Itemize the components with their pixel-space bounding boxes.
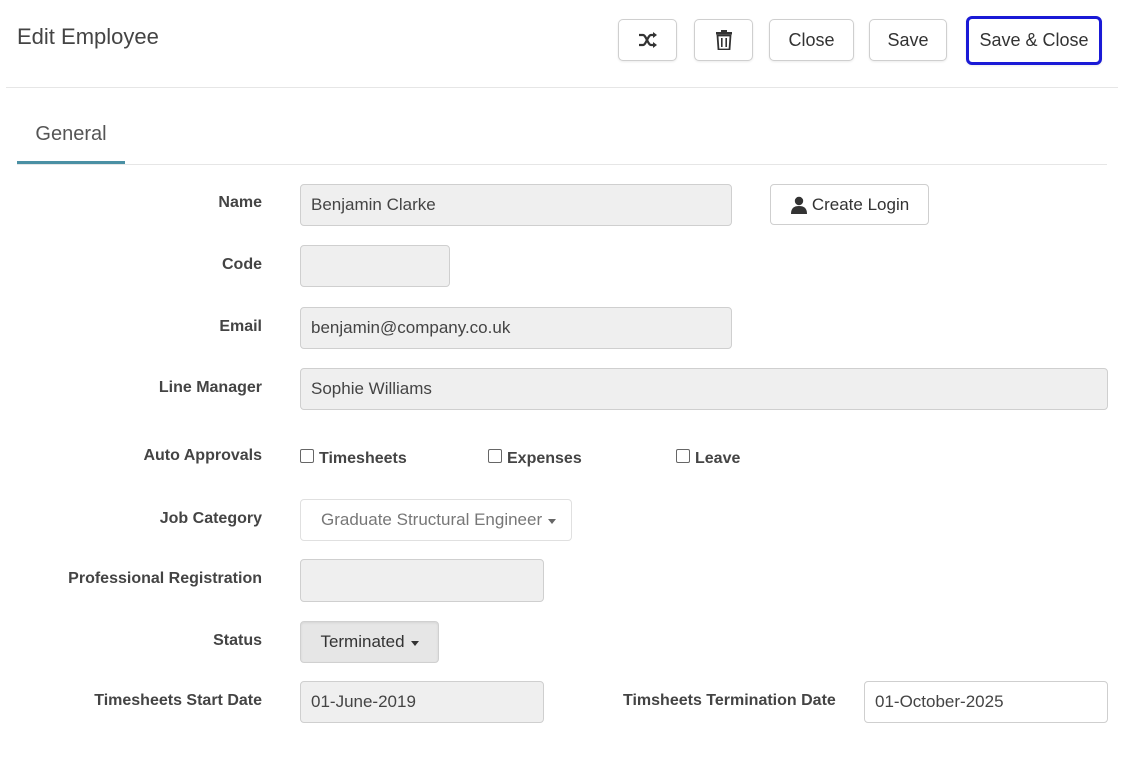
trash-icon [715, 30, 732, 50]
close-button[interactable]: Close [769, 19, 854, 61]
create-login-button[interactable]: Create Login [770, 184, 929, 225]
leave-checkbox-group[interactable]: Leave [676, 449, 741, 468]
delete-button[interactable] [694, 19, 753, 61]
chevron-down-icon [410, 640, 419, 646]
timesheets-start-date-field[interactable]: 01-June-2019 [300, 681, 544, 723]
timesheets-termination-date-field[interactable]: 01-October-2025 [864, 681, 1108, 723]
auto-approvals-label: Auto Approvals [143, 447, 262, 464]
name-field[interactable]: Benjamin Clarke [300, 184, 732, 226]
header-bar: Edit Employee Close Save Save & Close [0, 0, 1138, 88]
timesheets-checkbox[interactable] [300, 449, 314, 463]
chevron-down-icon [548, 518, 557, 524]
tab-general[interactable]: General [17, 112, 125, 166]
leave-checkbox-label: Leave [695, 450, 741, 467]
timesheets-termination-date-label: Timsheets Termination Date [623, 692, 836, 709]
header-divider [6, 87, 1118, 88]
expenses-checkbox-group[interactable]: Expenses [488, 449, 582, 468]
email-field[interactable]: benjamin@company.co.uk [300, 307, 732, 349]
timesheets-checkbox-label: Timesheets [319, 450, 407, 467]
job-category-select[interactable]: Graduate Structural Engineer [300, 499, 572, 541]
status-label: Status [213, 632, 262, 649]
line-manager-field[interactable]: Sophie Williams [300, 368, 1108, 410]
line-manager-label: Line Manager [158, 379, 262, 396]
expenses-checkbox[interactable] [488, 449, 502, 463]
save-and-close-button[interactable]: Save & Close [966, 16, 1102, 65]
code-label: Code [222, 256, 262, 273]
status-dropdown[interactable]: Terminated [300, 621, 439, 663]
timesheets-start-date-label: Timesheets Start Date [94, 692, 262, 709]
status-value: Terminated [320, 632, 405, 651]
expenses-checkbox-label: Expenses [507, 450, 582, 467]
shuffle-icon [638, 31, 658, 49]
professional-registration-field[interactable] [300, 559, 544, 602]
job-category-label: Job Category [159, 510, 262, 527]
page-title: Edit Employee [17, 24, 159, 49]
user-icon [790, 196, 808, 214]
professional-registration-label: Professional Registration [68, 570, 262, 587]
tabs-divider [17, 164, 1107, 165]
timesheets-checkbox-group[interactable]: Timesheets [300, 449, 407, 468]
leave-checkbox[interactable] [676, 449, 690, 463]
shuffle-button[interactable] [618, 19, 677, 61]
save-button[interactable]: Save [869, 19, 947, 61]
email-label: Email [219, 318, 262, 335]
name-label: Name [218, 194, 262, 211]
code-field[interactable] [300, 245, 450, 287]
create-login-label: Create Login [811, 194, 910, 214]
job-category-value: Graduate Structural Engineer [321, 510, 543, 529]
